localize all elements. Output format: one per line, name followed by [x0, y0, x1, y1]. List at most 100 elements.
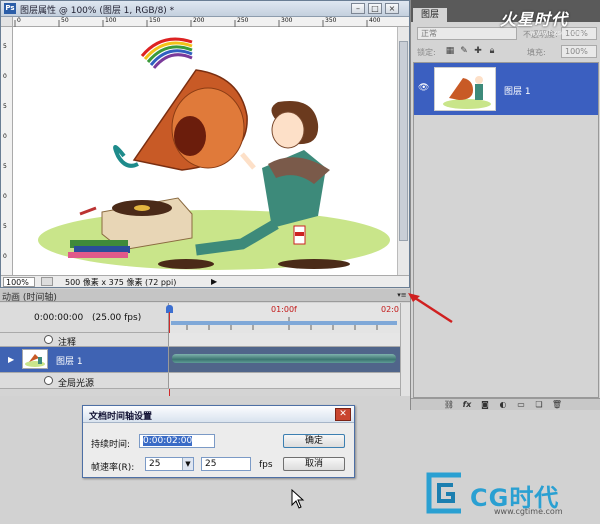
ruler-h-label-0: 0 [17, 17, 21, 24]
ruler-h-label-4: 200 [193, 17, 205, 24]
close-button[interactable]: × [385, 3, 399, 14]
document-title: 图层属性 @ 100% (图层 1, RGB/8) * [20, 6, 175, 16]
layer-thumbnail [434, 67, 496, 111]
minimize-button[interactable]: – [351, 3, 365, 14]
ruler-h-label-8: 400 [369, 17, 381, 24]
cancel-button[interactable]: 取消 [283, 457, 345, 471]
frame-rate-select-value: 25 [149, 459, 161, 469]
layer-duration-bar[interactable] [172, 354, 396, 363]
layers-footer: ⛓︎ fx ◙ ◐ ▭ ❏ 🗑︎ [411, 398, 600, 410]
watermark-url: www.cgtime.com [494, 507, 563, 516]
fill-field[interactable]: 100% [561, 45, 597, 58]
current-timecode: 0:00:00:00 [34, 313, 84, 323]
row-label-global-lighting: 全局光源 [58, 379, 95, 389]
ruler-h-label-5: 250 [237, 17, 249, 24]
ruler-h-label-6: 300 [281, 17, 293, 24]
comments-track[interactable] [168, 333, 400, 346]
canvas-vertical-scrollbar[interactable] [397, 27, 409, 275]
lock-label: 锁定: [417, 48, 436, 57]
visibility-eye-icon[interactable]: 👁︎ [418, 83, 429, 93]
ruler-v-label-1: 0 [3, 73, 7, 80]
dialog-title: 文档时间轴设置 [89, 412, 153, 422]
duration-value: 0:00:02:00 [143, 436, 193, 446]
ruler-h-label-3: 150 [149, 17, 161, 24]
ruler-origin[interactable] [1, 17, 13, 27]
fps-unit: fps [259, 460, 273, 470]
ruler-v-label-2: 5 [3, 103, 7, 110]
mask-icon[interactable]: ◙ [479, 399, 491, 410]
watermark-header-url: www.hxsd.com [530, 29, 583, 37]
ruler-v-label-0: 5 [3, 43, 7, 50]
new-layer-icon[interactable]: ❏ [533, 399, 545, 410]
dialog-titlebar[interactable]: 文档时间轴设置 ✕ [83, 406, 354, 423]
group-icon[interactable]: ▭ [515, 399, 527, 410]
ruler-v-label-6: 5 [3, 223, 7, 230]
animation-panel-tabbar: 动画 (时间轴) ▾≡ [0, 289, 410, 303]
timeline-row-global-lighting[interactable]: 全局光源 [0, 373, 400, 389]
stopwatch-icon[interactable] [44, 335, 53, 344]
ruler-horizontal[interactable]: 0 50 100 150 200 250 300 350 400 [13, 17, 409, 27]
stopwatch-icon[interactable] [44, 376, 53, 385]
ruler-v-label-3: 0 [3, 133, 7, 140]
status-bar: 100% 500 像素 x 375 像素 (72 ppi) ▶ [1, 275, 409, 287]
cgtime-logo-icon [426, 472, 461, 514]
duration-label: 持续时间: [91, 440, 131, 450]
canvas[interactable] [14, 28, 397, 275]
annotation-arrow-icon [408, 293, 453, 324]
layer-thumbnail-image [25, 354, 45, 367]
trash-icon[interactable]: 🗑︎ [551, 399, 563, 410]
tab-animation-timeline[interactable]: 动画 (时间轴) [2, 290, 57, 303]
tab-layers[interactable]: 图层 [413, 8, 447, 22]
ruler-v-label-7: 0 [3, 253, 7, 260]
row-label-layer-1: 图层 1 [56, 357, 83, 367]
lock-transparency-icon[interactable]: ▦ [445, 46, 455, 56]
mouse-cursor-icon [291, 489, 305, 509]
fx-icon[interactable]: fx [461, 399, 473, 410]
layer-item-1[interactable]: 👁︎ 图层 1 [414, 63, 598, 115]
fps-display: (25.00 fps) [92, 313, 142, 323]
lock-pixels-icon[interactable]: ✎ [459, 46, 469, 56]
ruler-v-label-4: 5 [3, 163, 7, 170]
ruler-horizontal-ticks [14, 20, 368, 27]
duration-input[interactable]: 0:00:02:00 [139, 434, 215, 448]
link-icon[interactable]: ⛓︎ [443, 399, 455, 410]
timeline-row-layer-1[interactable]: ▶ 图层 1 [0, 347, 400, 373]
photoshop-icon: Ps [4, 3, 16, 14]
layer-thumbnail [22, 349, 48, 369]
status-menu-icon[interactable] [41, 277, 53, 286]
document-titlebar[interactable]: Ps 图层属性 @ 100% (图层 1, RGB/8) * – □ × [1, 1, 409, 17]
ruler-vertical[interactable]: 5 0 5 0 5 0 5 0 [1, 27, 13, 275]
global-lighting-track[interactable] [168, 373, 400, 388]
ruler-h-label-7: 350 [325, 17, 337, 24]
scrollbar-thumb[interactable] [399, 41, 408, 241]
adjustment-icon[interactable]: ◐ [497, 399, 509, 410]
frame-rate-select[interactable]: 25 ▼ [145, 457, 194, 471]
frame-rate-input[interactable]: 25 [201, 457, 251, 471]
layer-name: 图层 1 [504, 87, 531, 97]
dialog-close-button[interactable]: ✕ [335, 408, 351, 421]
document-size-info: 500 像素 x 375 像素 (72 ppi) [65, 278, 177, 287]
photoshop-screenshot: { "document": { "title": "图层属性 @ 100% (图… [0, 0, 600, 524]
document-window: Ps 图层属性 @ 100% (图层 1, RGB/8) * – □ × 0 5… [0, 0, 410, 288]
timeline-ruler-ticks [171, 317, 397, 330]
lock-all-icon[interactable]: 🔒︎ [487, 46, 497, 56]
lock-position-icon[interactable]: ✚ [473, 46, 483, 56]
watermark-header-logo: 火星时代 [500, 10, 569, 29]
status-arrow-icon[interactable]: ▶ [211, 277, 217, 286]
timeline-row-comments[interactable]: 注释 [0, 333, 400, 348]
expand-triangle-icon[interactable]: ▶ [8, 355, 14, 364]
fill-label: 填充: [527, 48, 546, 57]
frame-rate-label: 帧速率(R): [91, 463, 135, 473]
maximize-button[interactable]: □ [368, 3, 382, 14]
gramophone-girl-illustration [38, 37, 390, 270]
ok-button[interactable]: 确定 [283, 434, 345, 448]
ruler-h-label-1: 50 [61, 17, 69, 24]
timeline-ruler[interactable]: 01:00f 02:0 [168, 303, 400, 333]
layers-panel: 图层 正常 不透明度: 100% 锁定: ▦ ✎ ✚ 🔒︎ 填充: 100% 👁… [410, 0, 600, 410]
ruler-h-label-2: 100 [105, 17, 117, 24]
timeline-settings-dialog: 文档时间轴设置 ✕ 持续时间: 0:00:02:00 帧速率(R): 25 ▼ … [82, 405, 355, 478]
chevron-down-icon[interactable]: ▼ [182, 458, 193, 470]
layer-list: 👁︎ 图层 1 [413, 62, 599, 398]
zoom-field[interactable]: 100% [3, 277, 35, 287]
ruler-v-label-5: 0 [3, 193, 7, 200]
